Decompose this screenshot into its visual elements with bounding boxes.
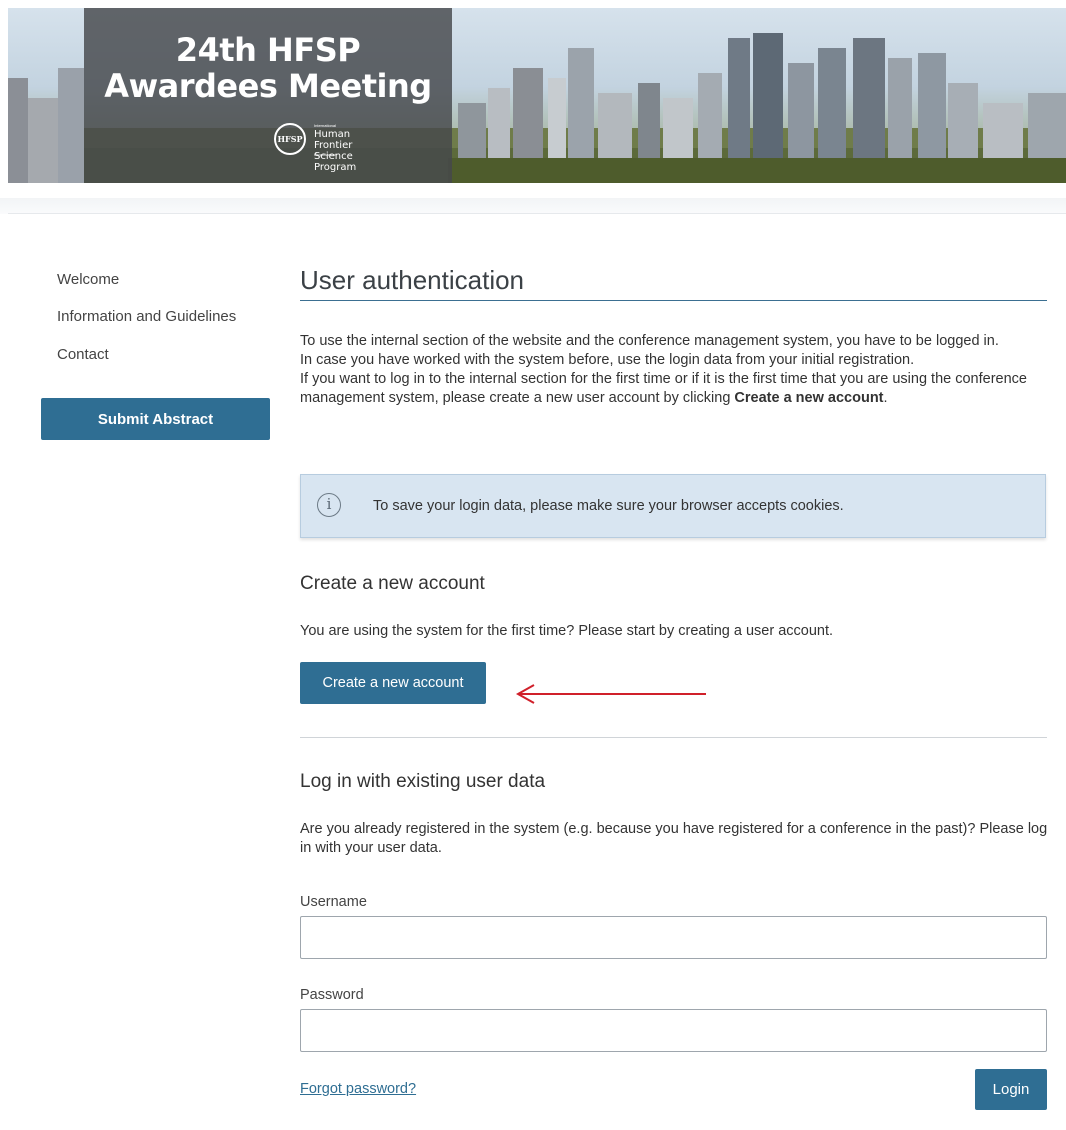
- content-panel-top: [0, 198, 1066, 214]
- cookie-notice: i To save your login data, please make s…: [300, 474, 1046, 538]
- login-heading: Log in with existing user data: [300, 771, 546, 792]
- logo-small-text-bottom: Organization: [314, 152, 337, 157]
- info-circle-icon: i: [317, 493, 341, 517]
- create-account-button[interactable]: Create a new account: [300, 662, 486, 704]
- forgot-password-link[interactable]: Forgot password?: [300, 1081, 416, 1097]
- logo-small-text-top: International: [314, 123, 337, 128]
- logo-name-text: Human Frontier Science Program: [314, 129, 357, 173]
- username-label: Username: [300, 894, 367, 910]
- cookie-notice-text: To save your login data, please make sur…: [373, 498, 844, 514]
- username-input[interactable]: [300, 916, 1047, 959]
- content-panel-border: [8, 213, 1066, 214]
- intro-line-3-text: If you want to log in to the internal se…: [300, 371, 1027, 406]
- page-title: User authentication: [300, 265, 525, 295]
- section-divider: [300, 737, 1047, 738]
- intro-line-3-end: .: [883, 390, 888, 406]
- header-banner: 24th HFSP Awardees Meeting HFSP Internat…: [8, 8, 1066, 183]
- intro-line-3: If you want to log in to the internal se…: [300, 370, 1050, 408]
- sidebar-item-welcome[interactable]: Welcome: [57, 271, 119, 288]
- sidebar-item-contact[interactable]: Contact: [57, 346, 109, 363]
- hfsp-logo: HFSP International Human Frontier Scienc…: [274, 121, 434, 173]
- intro-line-3-bold: Create a new account: [734, 390, 884, 406]
- red-arrow-annotation-icon: [515, 684, 706, 704]
- intro-line-2: In case you have worked with the system …: [300, 352, 915, 368]
- event-title-box: 24th HFSP Awardees Meeting HFSP Internat…: [84, 8, 452, 183]
- password-label: Password: [300, 987, 364, 1003]
- login-button[interactable]: Login: [975, 1069, 1047, 1110]
- sidebar-item-information-guidelines[interactable]: Information and Guidelines: [57, 308, 236, 325]
- event-title-line-1: 24th HFSP: [175, 31, 361, 69]
- hfsp-logo-mark: HFSP: [274, 123, 306, 155]
- title-underline: [300, 300, 1047, 301]
- event-title-line-2: Awardees Meeting: [104, 67, 432, 105]
- intro-text: To use the internal section of the websi…: [300, 332, 1050, 408]
- create-account-heading: Create a new account: [300, 573, 485, 594]
- intro-line-1: To use the internal section of the websi…: [300, 333, 999, 349]
- create-account-description: You are using the system for the first t…: [300, 623, 834, 639]
- password-input[interactable]: [300, 1009, 1047, 1052]
- logo-organization-name: Human Frontier Science Program: [314, 129, 384, 173]
- login-description: Are you already registered in the system…: [300, 821, 1048, 856]
- submit-abstract-button[interactable]: Submit Abstract: [41, 398, 270, 440]
